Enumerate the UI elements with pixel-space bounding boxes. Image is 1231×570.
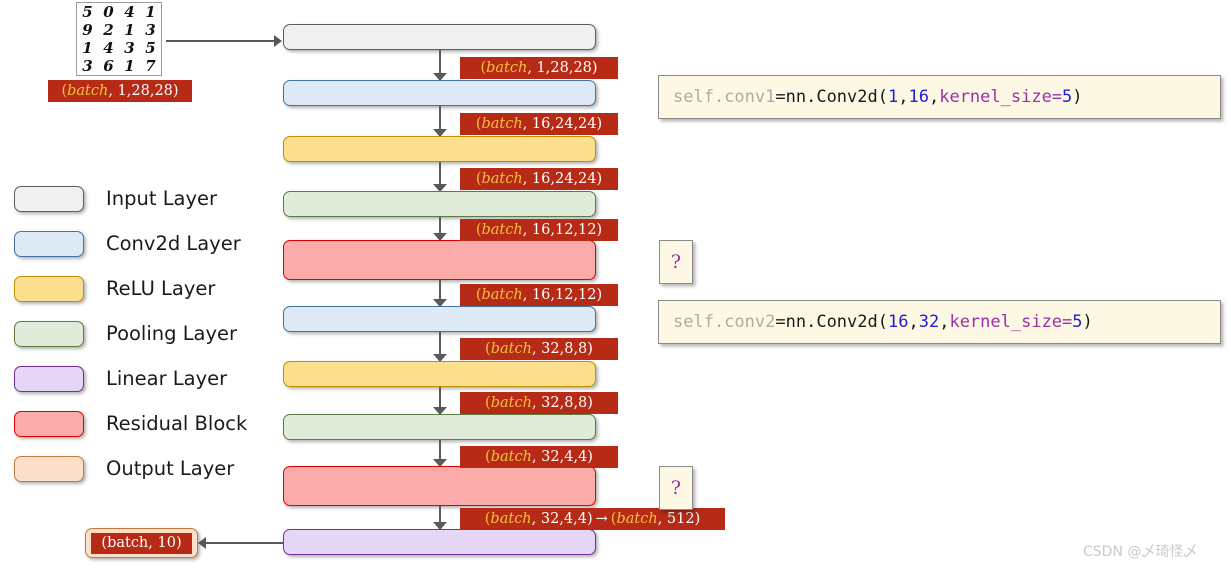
legend-item: Conv2d Layer — [14, 221, 247, 266]
pipeline-layer-linear-layer — [283, 529, 596, 555]
mnist-digit: 3 — [124, 38, 135, 57]
legend-swatch — [14, 455, 84, 482]
mnist-digit: 5 — [145, 38, 156, 57]
legend-swatch — [14, 320, 84, 347]
mnist-digit: 4 — [103, 38, 114, 57]
pipeline-shape-tag: (batch, 32,8,8) — [460, 392, 618, 414]
layer-connector-line — [439, 280, 442, 300]
mnist-digit: 1 — [124, 20, 135, 39]
layer-connector-line — [439, 162, 442, 185]
input-shape-tag: (batch, 1,28,28) — [48, 80, 192, 102]
pipeline-shape-tag: (batch, 16,24,24) — [460, 113, 618, 135]
pipeline-shape-tag: (batch, 16,24,24) — [460, 168, 618, 190]
legend-swatch — [14, 275, 84, 302]
mnist-digit: 1 — [82, 38, 93, 57]
pipeline-shape-tag: (batch, 16,12,12) — [460, 284, 618, 306]
code-box-conv2: self. conv2 = nn.Conv2d(16, 32, kernel_si… — [658, 300, 1221, 344]
question-box: ? — [659, 240, 693, 284]
layer-connector-line — [439, 440, 442, 460]
output-layer-badge: (batch, 10) — [85, 528, 198, 558]
legend-label: Residual Block — [106, 412, 248, 435]
mnist-digit-grid: 5041921314353617 — [76, 2, 162, 76]
layer-connector-line — [439, 106, 442, 130]
mnist-digit: 6 — [103, 56, 114, 75]
pipeline-shape-tag: (batch, 32,4,4) — [460, 446, 618, 468]
mnist-digit: 0 — [103, 2, 114, 21]
legend: Input Layer Conv2d Layer ReLU Layer Pooling… — [14, 176, 247, 491]
pipeline-layer-pooling-layer — [283, 191, 596, 217]
legend-item: Input Layer — [14, 176, 247, 221]
mnist-digit: 3 — [145, 20, 156, 39]
legend-item: ReLU Layer — [14, 266, 247, 311]
legend-swatch — [14, 410, 84, 437]
mnist-digit: 2 — [103, 20, 114, 39]
mnist-digit: 1 — [124, 56, 135, 75]
legend-label: Output Layer — [106, 457, 235, 480]
watermark: CSDN @乄琦怪乄 — [1083, 544, 1198, 560]
legend-swatch — [14, 185, 84, 212]
pipeline-shape-tag: (batch, 32,4,4) → (batch, 512) — [460, 508, 725, 530]
pipeline-layer-conv2d-layer — [283, 80, 596, 106]
legend-label: Input Layer — [106, 187, 218, 210]
legend-item: Pooling Layer — [14, 311, 247, 356]
output-connector-arrowhead — [198, 536, 206, 549]
pipeline-layer-relu-layer — [283, 136, 596, 162]
pipeline-layer-residual-block — [283, 466, 596, 506]
legend-swatch — [14, 365, 84, 392]
layer-connector-line — [439, 387, 442, 408]
legend-label: Pooling Layer — [106, 322, 238, 345]
question-box: ? — [659, 466, 693, 510]
legend-item: Output Layer — [14, 446, 247, 491]
pipeline-layer-residual-block — [283, 240, 596, 280]
legend-label: Linear Layer — [106, 367, 228, 390]
mnist-digit: 3 — [82, 56, 93, 75]
pipeline-layer-pooling-layer — [283, 414, 596, 440]
mnist-digit: 5 — [82, 2, 93, 21]
pipeline-shape-tag: (batch, 16,12,12) — [460, 219, 618, 241]
code-box-conv1: self. conv1 = nn.Conv2d(1, 16, kernel_siz… — [658, 75, 1221, 119]
mnist-digit: 4 — [124, 2, 135, 21]
diagram-canvas: 5041921314353617 (batch, 1,28,28) Input … — [0, 0, 1231, 570]
layer-connector-line — [439, 332, 442, 355]
mnist-digit: 7 — [145, 56, 156, 75]
legend-label: Conv2d Layer — [106, 232, 241, 255]
legend-label: ReLU Layer — [106, 277, 216, 300]
pipeline-layer-relu-layer — [283, 361, 596, 387]
layer-connector-line — [439, 217, 442, 234]
pipeline-shape-tag: (batch, 1,28,28) — [460, 57, 618, 79]
input-connector-line — [166, 40, 276, 43]
input-connector-arrowhead — [274, 34, 282, 47]
output-shape-tag: (batch, 10) — [91, 532, 192, 554]
layer-connector-line — [439, 506, 442, 523]
layer-connector-line — [439, 50, 442, 74]
mnist-digit: 1 — [145, 2, 156, 21]
pipeline-layer-conv2d-layer — [283, 306, 596, 332]
legend-item: Residual Block — [14, 401, 247, 446]
pipeline-layer-input-layer — [283, 24, 596, 50]
mnist-digit: 9 — [82, 20, 93, 39]
output-connector-line — [206, 542, 284, 545]
legend-swatch — [14, 230, 84, 257]
pipeline-shape-tag: (batch, 32,8,8) — [460, 338, 618, 360]
legend-item: Linear Layer — [14, 356, 247, 401]
